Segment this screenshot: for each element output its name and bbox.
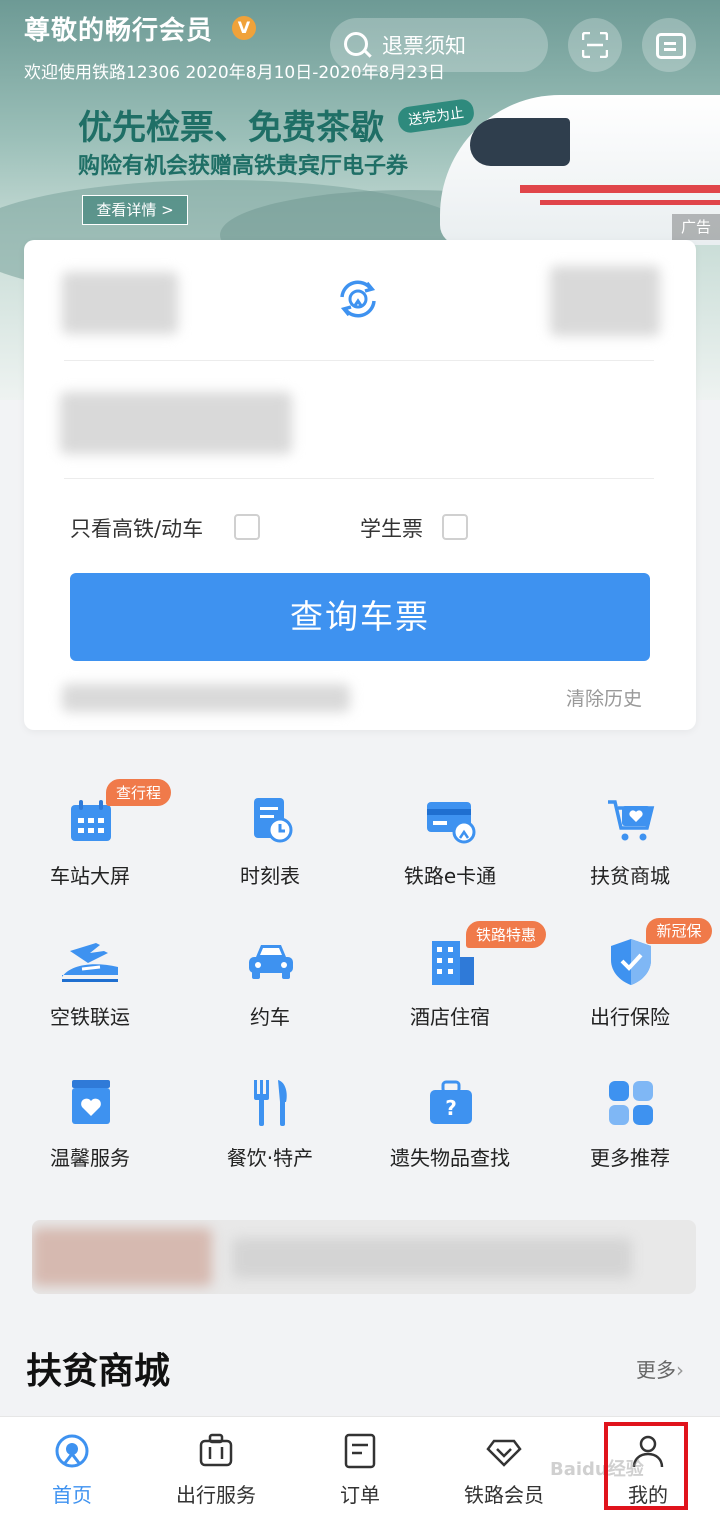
shield-icon: [611, 939, 651, 985]
diamond-icon: [486, 1439, 522, 1467]
tab-travel-services[interactable]: 出行服务: [144, 1417, 288, 1521]
grid-item-label: 扶贫商城: [590, 864, 670, 888]
scan-icon: [582, 32, 608, 58]
grid-item-label: 酒店住宿: [410, 1005, 490, 1029]
grid-item-ecard[interactable]: 铁路e卡通: [360, 796, 540, 916]
tab-orders[interactable]: 订单: [288, 1417, 432, 1521]
grid-item-more[interactable]: 更多推荐: [540, 1078, 720, 1198]
chevron-right-icon: ›: [676, 1358, 684, 1382]
tab-home[interactable]: 首页: [0, 1417, 144, 1521]
scan-button[interactable]: [568, 18, 622, 72]
clear-history-link[interactable]: 清除历史: [566, 684, 642, 711]
tab-label: 铁路会员: [464, 1483, 544, 1507]
timetable-icon: [254, 798, 293, 843]
promo-details-button[interactable]: 查看详情 >: [82, 195, 188, 225]
grid-item-hotel[interactable]: 酒店住宿: [360, 937, 540, 1057]
grid-item-label: 空铁联运: [50, 1005, 130, 1029]
grid-item-car[interactable]: 约车: [180, 937, 360, 1057]
student-ticket-label[interactable]: 学生票: [360, 513, 423, 543]
grid-item-label: 约车: [250, 1005, 290, 1029]
grid-item-label: 遗失物品查找: [390, 1146, 510, 1170]
tab-label: 出行服务: [176, 1483, 256, 1507]
grid-item-mall[interactable]: 扶贫商城: [540, 796, 720, 916]
grid-item-label: 车站大屏: [50, 864, 130, 888]
divider: [64, 360, 654, 361]
ad-label: 广告: [672, 214, 720, 240]
railway-special-badge: 铁路特惠: [466, 921, 547, 948]
student-ticket-checkbox[interactable]: [442, 514, 468, 540]
tab-label: 订单: [340, 1483, 380, 1507]
member-title[interactable]: 尊敬的畅行会员: [24, 10, 213, 47]
train-stripe: [520, 185, 720, 193]
cutlery-icon: [254, 1080, 287, 1126]
more-link[interactable]: 更多›: [636, 1354, 684, 1383]
departure-station-field[interactable]: [62, 272, 178, 334]
grid-item-label: 餐饮·特产: [226, 1146, 314, 1170]
date-field[interactable]: [60, 392, 292, 454]
grid-item-label: 时刻表: [240, 864, 300, 888]
search-bar[interactable]: 退票须知: [330, 18, 548, 72]
high-speed-only-label[interactable]: 只看高铁/动车: [70, 513, 203, 543]
grid-item-food[interactable]: 餐饮·特产: [180, 1078, 360, 1198]
covid-insurance-badge: 新冠保: [646, 918, 712, 944]
luggage-icon: [199, 1433, 233, 1467]
home-icon: [55, 1434, 89, 1468]
search-history[interactable]: [62, 684, 350, 712]
cart-icon: [608, 800, 655, 841]
vip-badge-icon: V: [232, 16, 256, 40]
car-icon: [249, 945, 293, 979]
train-stripe: [540, 200, 720, 205]
grid-item-station-screen[interactable]: 车站大屏: [0, 796, 180, 916]
section-title: 扶贫商城: [26, 1351, 171, 1392]
chat-icon: [656, 33, 686, 59]
grid-item-insurance[interactable]: 出行保险: [540, 937, 720, 1057]
grid-item-care-service[interactable]: 温馨服务: [0, 1078, 180, 1198]
grid-item-label: 更多推荐: [590, 1146, 670, 1170]
svg-text:?: ?: [445, 1096, 457, 1120]
plane-train-icon: [62, 943, 118, 982]
more-label: 更多: [636, 1358, 676, 1382]
search-icon: [344, 32, 368, 56]
grid-item-label: 铁路e卡通: [403, 864, 497, 888]
grid-item-label: 温馨服务: [50, 1146, 130, 1170]
query-tickets-button[interactable]: 查询车票: [70, 573, 650, 661]
search-label: 退票须知: [382, 34, 466, 58]
high-speed-only-checkbox[interactable]: [234, 514, 260, 540]
arrival-station-field[interactable]: [550, 266, 660, 336]
promo-headline: 优先检票、免费茶歇: [78, 108, 384, 148]
promo-subtitle: 购险有机会获赠高铁贵宾厅电子券: [78, 154, 409, 179]
grid-item-timetable[interactable]: 时刻表: [180, 796, 360, 916]
card-icon: [427, 802, 476, 844]
highlight-box: [604, 1422, 688, 1510]
grid-item-air-rail[interactable]: 空铁联运: [0, 937, 180, 1057]
apps-icon: [609, 1081, 653, 1125]
promo-strip[interactable]: [32, 1220, 696, 1294]
tab-label: 首页: [52, 1483, 92, 1507]
train-window: [470, 118, 570, 166]
trip-badge: 查行程: [106, 779, 172, 806]
lost-bag-icon: ?: [430, 1080, 472, 1124]
message-button[interactable]: [642, 18, 696, 72]
grid-item-lost-found[interactable]: ? 遗失物品查找: [360, 1078, 540, 1198]
divider: [64, 478, 654, 479]
order-icon: [344, 1433, 376, 1469]
swap-stations-icon[interactable]: [334, 275, 382, 323]
heart-box-icon: [72, 1080, 110, 1124]
grid-item-label: 出行保险: [590, 1005, 670, 1029]
